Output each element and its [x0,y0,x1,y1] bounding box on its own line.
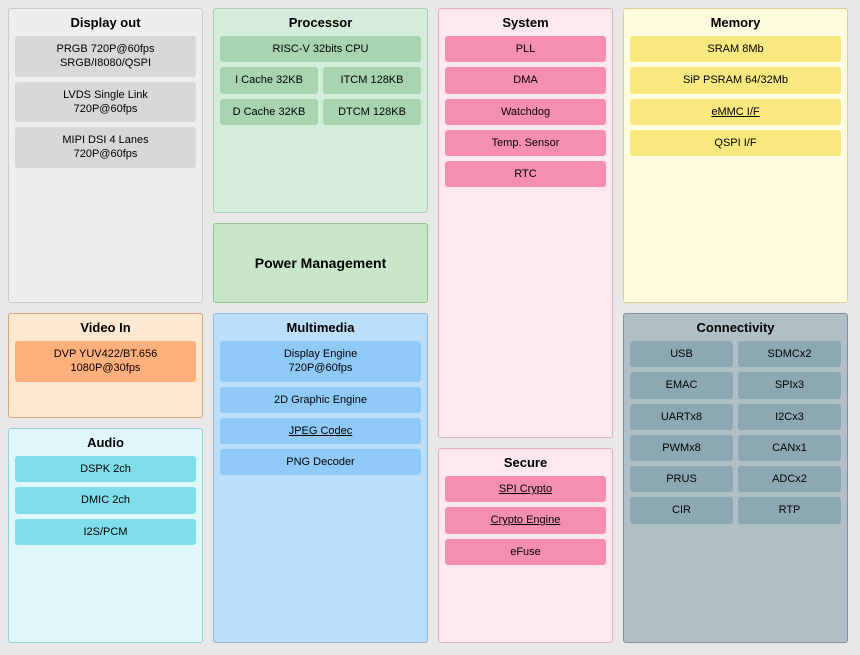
multimedia-jpeg: JPEG Codec [220,418,421,444]
secure-spi: SPI Crypto [445,476,606,502]
multimedia-2d: 2D Graphic Engine [220,387,421,413]
secure-panel: Secure SPI Crypto Crypto Engine eFuse [438,448,613,643]
power-mgmt-panel: Power Management [213,223,428,303]
power-mgmt-title: Power Management [255,255,386,271]
audio-title: Audio [15,435,196,450]
processor-title: Processor [220,15,421,30]
video-in-dvp: DVP YUV422/BT.656 1080P@30fps [15,341,196,382]
memory-qspi: QSPI I/F [630,130,841,156]
conn-uart: UARTx8 [630,404,733,430]
dcache: D Cache 32KB [220,99,318,125]
audio-dspk: DSPK 2ch [15,456,196,482]
processor-cpu: RISC-V 32bits CPU [220,36,421,62]
conn-adc: ADCx2 [738,466,841,492]
multimedia-png: PNG Decoder [220,449,421,475]
display-out-title: Display out [15,15,196,30]
secure-crypto: Crypto Engine [445,507,606,533]
system-temp: Temp. Sensor [445,130,606,156]
page: Display out PRGB 720P@60fps SRGB/I8080/Q… [0,0,860,655]
video-in-title: Video In [15,320,196,335]
memory-sram: SRAM 8Mb [630,36,841,62]
connectivity-title: Connectivity [630,320,841,335]
multimedia-display: Display Engine 720P@60fps [220,341,421,382]
memory-title: Memory [630,15,841,30]
audio-panel: Audio DSPK 2ch DMIC 2ch I2S/PCM [8,428,203,643]
display-out-item-3: MIPI DSI 4 Lanes 720P@60fps [15,127,196,168]
secure-title: Secure [445,455,606,470]
system-rtc: RTC [445,161,606,187]
secure-efuse: eFuse [445,539,606,565]
memory-panel: Memory SRAM 8Mb SiP PSRAM 64/32Mb eMMC I… [623,8,848,303]
processor-panel: Processor RISC-V 32bits CPU I Cache 32KB… [213,8,428,213]
conn-rtp: RTP [738,497,841,523]
conn-pwm: PWMx8 [630,435,733,461]
itcm: ITCM 128KB [323,67,421,93]
system-dma: DMA [445,67,606,93]
display-out-item-1: PRGB 720P@60fps SRGB/I8080/QSPI [15,36,196,77]
conn-i2c: I2Cx3 [738,404,841,430]
system-title: System [445,15,606,30]
conn-usb: USB [630,341,733,367]
multimedia-title: Multimedia [220,320,421,335]
connectivity-panel: Connectivity USB SDMCx2 EMAC SPIx3 UARTx… [623,313,848,643]
conn-spi: SPIx3 [738,372,841,398]
memory-emmc: eMMC I/F [630,99,841,125]
conn-prus: PRUS [630,466,733,492]
conn-emac: EMAC [630,372,733,398]
audio-i2s: I2S/PCM [15,519,196,545]
system-pll: PLL [445,36,606,62]
memory-psram: SiP PSRAM 64/32Mb [630,67,841,93]
multimedia-panel: Multimedia Display Engine 720P@60fps 2D … [213,313,428,643]
audio-dmic: DMIC 2ch [15,487,196,513]
system-watchdog: Watchdog [445,99,606,125]
video-in-panel: Video In DVP YUV422/BT.656 1080P@30fps [8,313,203,418]
dtcm: DTCM 128KB [323,99,421,125]
icache: I Cache 32KB [220,67,318,93]
display-out-panel: Display out PRGB 720P@60fps SRGB/I8080/Q… [8,8,203,303]
conn-sdmc: SDMCx2 [738,341,841,367]
system-panel: System PLL DMA Watchdog Temp. Sensor RTC [438,8,613,438]
conn-cir: CIR [630,497,733,523]
conn-can: CANx1 [738,435,841,461]
display-out-item-2: LVDS Single Link 720P@60fps [15,82,196,123]
